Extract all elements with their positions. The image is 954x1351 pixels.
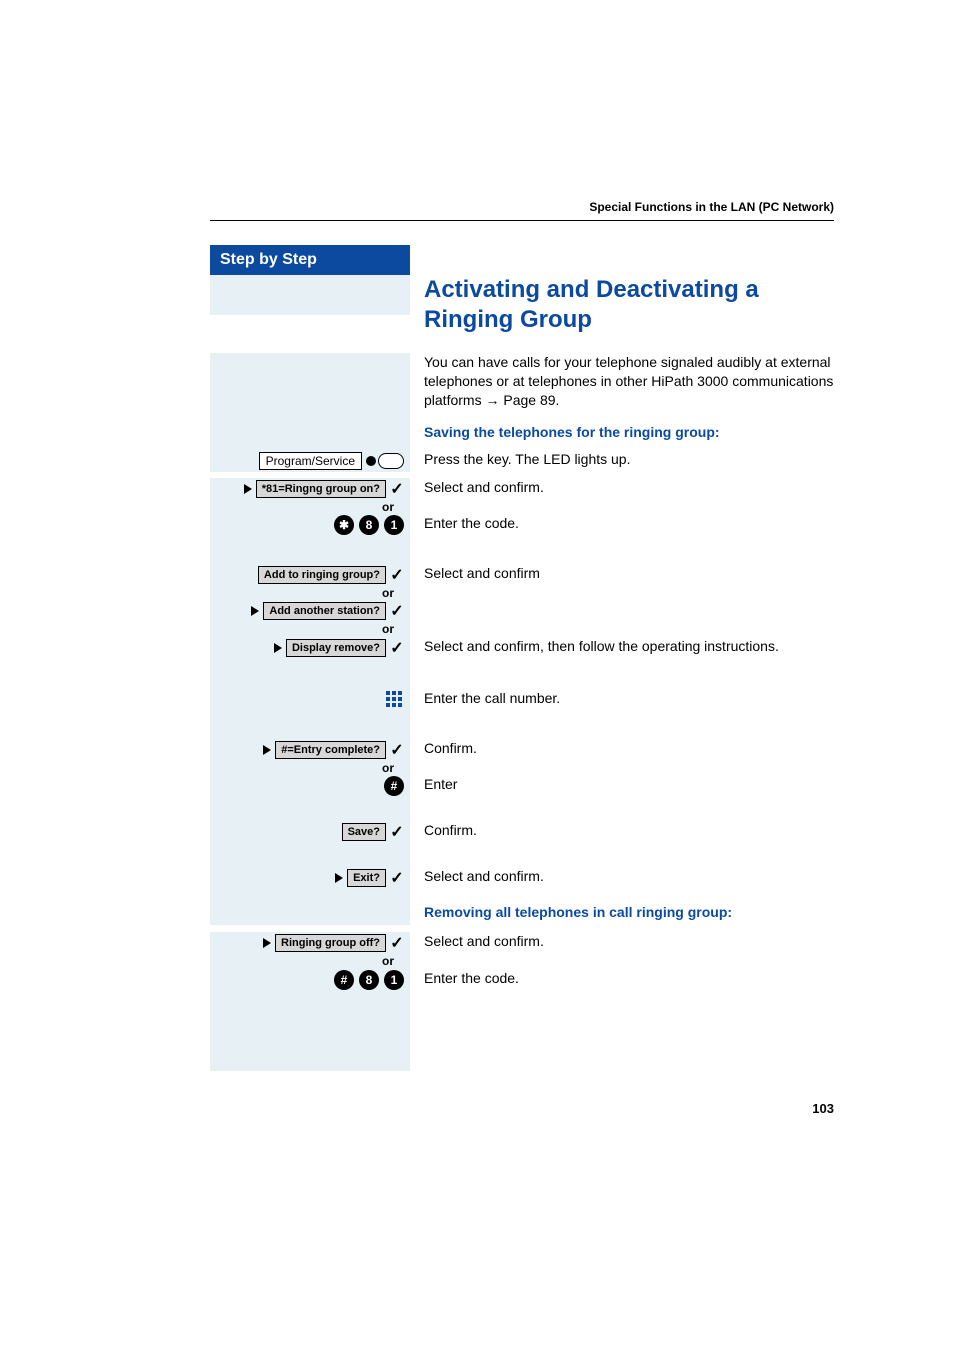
save-desc: Confirm. — [424, 822, 477, 838]
exit-desc: Select and confirm. — [424, 868, 544, 884]
confirm-check-icon: ✓ — [390, 638, 404, 658]
menu-arrow-icon — [263, 938, 271, 948]
enter-code-desc-2: Enter the code. — [424, 970, 519, 986]
ringing-group-off-desc: Select and confirm. — [424, 933, 544, 949]
led-key-icon — [366, 453, 404, 469]
keypad-icon — [386, 691, 404, 709]
menu-arrow-icon — [244, 484, 252, 494]
step-by-step-header: Step by Step — [210, 245, 410, 275]
confirm-check-icon: ✓ — [390, 601, 404, 621]
menu-arrow-icon — [263, 745, 271, 755]
confirm-check-icon: ✓ — [390, 565, 404, 585]
key-star: ✱ — [334, 515, 354, 535]
confirm-check-icon: ✓ — [390, 822, 404, 842]
menu-arrow-icon — [251, 606, 259, 616]
confirm-check-icon: ✓ — [390, 479, 404, 499]
add-another-station-option: Add another station? — [263, 602, 386, 620]
entry-complete-option: #=Entry complete? — [275, 741, 386, 759]
enter-desc: Enter — [424, 776, 457, 792]
or-label: or — [210, 761, 404, 775]
or-label: or — [210, 586, 404, 600]
add-to-ringing-group-option: Add to ringing group? — [258, 566, 386, 584]
key-hash: # — [384, 776, 404, 796]
program-service-desc: Press the key. The LED lights up. — [424, 451, 630, 467]
display-remove-desc: Select and confirm, then follow the oper… — [424, 638, 779, 654]
enter-code-desc: Enter the code. — [424, 515, 519, 531]
display-remove-option: Display remove? — [286, 639, 386, 657]
confirm-check-icon: ✓ — [390, 740, 404, 760]
key-1: 1 — [384, 970, 404, 990]
menu-arrow-icon — [274, 643, 282, 653]
ringing-group-off-option: Ringing group off? — [275, 934, 386, 952]
key-8: 8 — [359, 970, 379, 990]
confirm-check-icon: ✓ — [390, 868, 404, 888]
key-hash: # — [334, 970, 354, 990]
page-number: 103 — [210, 1101, 834, 1116]
subheading-saving: Saving the telephones for the ringing gr… — [424, 424, 834, 440]
key-1: 1 — [384, 515, 404, 535]
subheading-removing: Removing all telephones in call ringing … — [424, 903, 834, 922]
or-label: or — [210, 500, 404, 514]
menu-arrow-icon — [335, 873, 343, 883]
or-label: or — [210, 622, 404, 636]
exit-option: Exit? — [347, 869, 386, 887]
header-rule — [210, 220, 834, 221]
intro-paragraph: You can have calls for your telephone si… — [424, 353, 834, 410]
entry-complete-desc: Confirm. — [424, 740, 477, 756]
ringing-group-on-desc: Select and confirm. — [424, 479, 544, 495]
confirm-check-icon: ✓ — [390, 933, 404, 953]
page-header: Special Functions in the LAN (PC Network… — [210, 200, 834, 220]
enter-call-number-desc: Enter the call number. — [424, 690, 560, 706]
or-label: or — [210, 954, 404, 968]
save-option: Save? — [342, 823, 386, 841]
program-service-key-label: Program/Service — [259, 452, 362, 470]
section-title: Activating and Deactivating a Ringing Gr… — [424, 275, 834, 335]
add-to-ringing-group-desc: Select and confirm — [424, 565, 540, 581]
ringing-group-on-option: *81=Ringng group on? — [256, 480, 386, 498]
key-8: 8 — [359, 515, 379, 535]
